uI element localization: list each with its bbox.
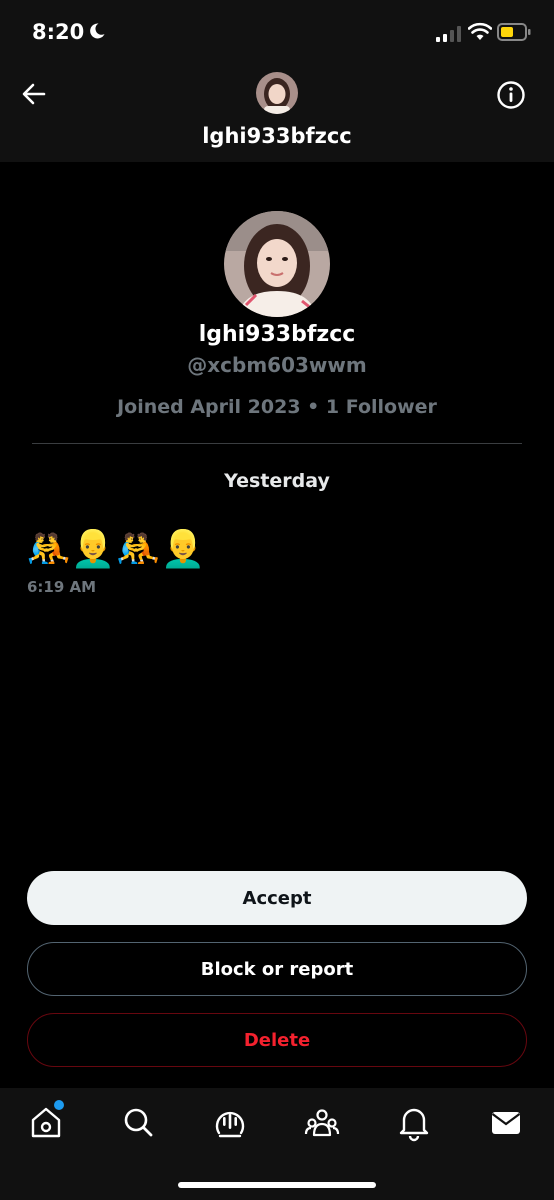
profile-meta: Joined April 2023 • 1 Follower	[117, 396, 437, 418]
info-icon[interactable]	[496, 80, 526, 110]
wifi-icon	[468, 22, 492, 40]
profile-avatar[interactable]	[224, 211, 330, 317]
profile-display-name: lghi933bfzcc	[198, 322, 356, 347]
notifications-icon[interactable]	[394, 1102, 434, 1142]
back-arrow-icon[interactable]	[20, 80, 48, 108]
header-title: lghi933bfzcc	[202, 124, 352, 148]
battery-icon	[497, 23, 531, 41]
search-icon[interactable]	[118, 1102, 158, 1142]
spaces-icon[interactable]	[210, 1102, 250, 1142]
message-bubble[interactable]: 🤼👱‍♂️🤼👱‍♂️	[26, 526, 205, 574]
communities-icon[interactable]	[302, 1102, 342, 1142]
header-avatar[interactable]	[256, 72, 298, 114]
signal-icon	[436, 26, 461, 42]
status-time: 8:20	[32, 20, 85, 44]
messages-icon[interactable]	[486, 1102, 526, 1142]
block-or-report-button[interactable]: Block or report	[27, 942, 527, 996]
divider	[32, 443, 522, 444]
profile-handle: @xcbm603wwm	[187, 353, 367, 377]
dm-request-screen: 8:20 lghi933bfzcc lghi933bfzcc @xcbm603w…	[0, 0, 554, 1200]
moon-icon	[90, 23, 105, 39]
date-separator: Yesterday	[224, 470, 330, 492]
home-indicator	[178, 1182, 376, 1188]
accept-button[interactable]: Accept	[27, 871, 527, 925]
notification-dot	[54, 1100, 64, 1110]
status-bar: 8:20	[0, 0, 554, 64]
conversation-header: lghi933bfzcc	[0, 64, 554, 162]
delete-button[interactable]: Delete	[27, 1013, 527, 1067]
message-timestamp: 6:19 AM	[27, 578, 97, 596]
